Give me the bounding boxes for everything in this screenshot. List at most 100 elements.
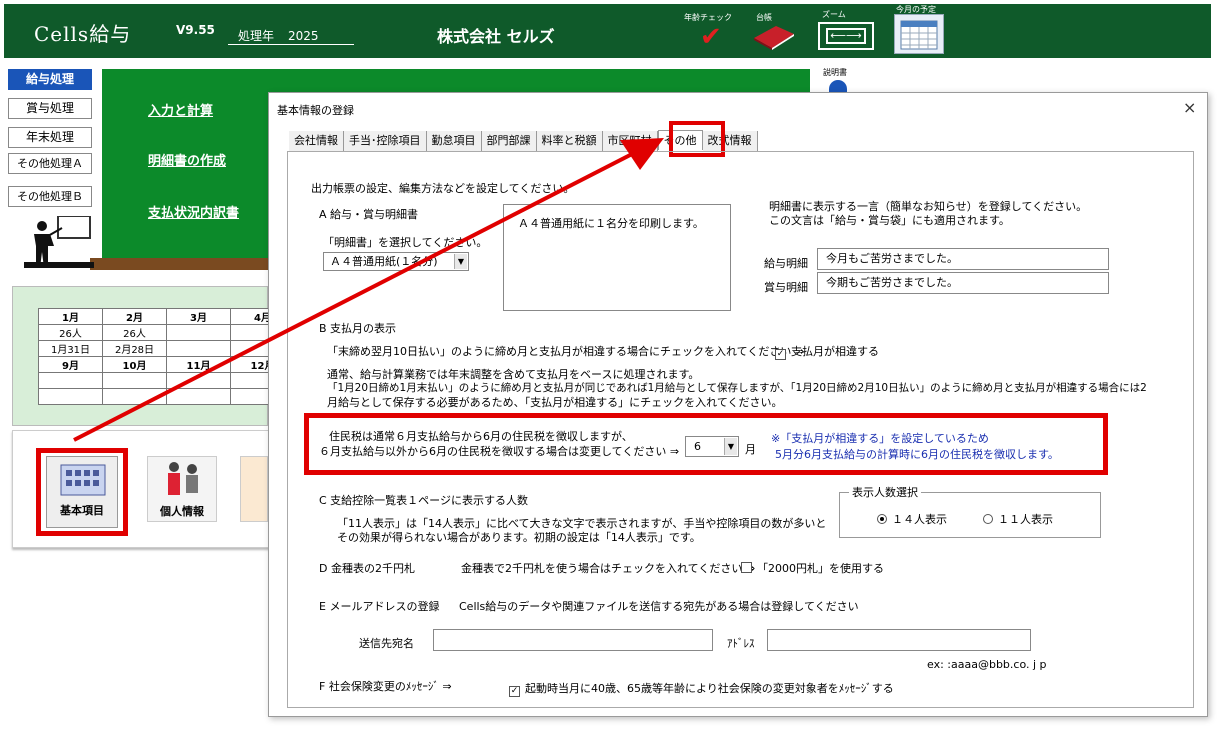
- date-cell: [166, 340, 231, 357]
- third-function-button[interactable]: [240, 456, 268, 522]
- menu-bonus[interactable]: 賞与処理: [8, 98, 92, 119]
- payment-month-check-label: 支払月が相違する: [791, 345, 879, 358]
- payslip-link[interactable]: 明細書の作成: [148, 150, 226, 169]
- month-cell: 3月: [166, 308, 231, 325]
- recipient-input[interactable]: [433, 629, 713, 651]
- display-count-note-2: その効果が得られない場合があります。初期の設定は「14人表示」です。: [337, 531, 701, 544]
- resident-tax-month-unit: 月: [745, 443, 756, 456]
- tab-company-info[interactable]: 会社情報: [289, 131, 344, 151]
- payment-detail-link[interactable]: 支払状況内訳書: [148, 202, 239, 221]
- empty-cell: [102, 372, 167, 389]
- option-11-label: １１人表示: [998, 513, 1053, 526]
- payment-note-2: 「1月20日締め1月末払い」のように締め月と支払月が同じであれば1月給与として保…: [327, 382, 1147, 394]
- payment-month-checkbox[interactable]: ✓ 支払月が相違する: [775, 343, 879, 360]
- processing-year: 処理年 2025: [228, 27, 354, 45]
- tab-department[interactable]: 部門部課: [481, 131, 537, 151]
- tab-allowance-deduction[interactable]: 手当･控除項目: [344, 131, 427, 151]
- empty-cell: [38, 388, 103, 405]
- date-cell: 2月28日: [102, 340, 167, 357]
- payslip-select-prompt: 「明細書」を選択してください。: [323, 236, 488, 249]
- resident-tax-month-value: 6: [694, 440, 701, 453]
- social-insurance-checkbox[interactable]: ✓ 起動時当月に40歳、65歳等年齢により社会保険の変更対象者をﾒｯｾｰｼﾞする: [509, 680, 894, 697]
- message-note-2: この文言は「給与・賞与袋」にも適用されます。: [769, 214, 1010, 227]
- checkbox-empty-icon[interactable]: [741, 562, 752, 573]
- checkbox-checked-icon[interactable]: ✓: [509, 686, 520, 697]
- empty-cell: [38, 372, 103, 389]
- chevron-down-icon[interactable]: ▼: [724, 438, 737, 455]
- menu-other-b[interactable]: その他処理Ｂ: [8, 186, 92, 207]
- resident-tax-month-select[interactable]: 6 ▼: [685, 436, 739, 457]
- section-e-heading: E メールアドレスの登録: [319, 600, 440, 613]
- payslip-preview-box: Ａ４普通用紙に１名分を印刷します。: [503, 204, 731, 311]
- salary-message-input[interactable]: 今月もご苦労さまでした。: [817, 248, 1109, 270]
- payslip-type-select[interactable]: Ａ４普通用紙(１名分) ▼: [323, 252, 469, 271]
- resident-tax-note-2: 5月分6月支払給与の計算時に6月の住民税を徴収します。: [775, 448, 1059, 461]
- date-cell: 1月31日: [38, 340, 103, 357]
- calendar-icon[interactable]: [894, 14, 944, 54]
- intro-text: 出力帳票の設定、編集方法などを設定してください。: [311, 182, 575, 195]
- close-icon[interactable]: ×: [1183, 98, 1196, 117]
- menu-salary[interactable]: 給与処理: [8, 69, 92, 90]
- payment-note-3: 月給与として保存する必要があるため、「支払月が相違する」にチェックを入れてくださ…: [327, 396, 783, 409]
- ledger-label: 台帳: [756, 13, 772, 22]
- section-d-heading: D 金種表の2千円札: [319, 562, 415, 575]
- month-cell: 1月: [38, 308, 103, 325]
- people-cell: 26人: [102, 324, 167, 341]
- resident-tax-line-2: ６月支払給与以外から6月の住民税を徴収する場合は変更してください ⇒: [319, 445, 680, 458]
- tab-rates-tax[interactable]: 料率と税額: [536, 131, 603, 151]
- email-address-input[interactable]: [767, 629, 1031, 651]
- year-label: 処理年: [238, 29, 275, 43]
- checkbox-checked-icon[interactable]: ✓: [775, 349, 786, 360]
- email-example: ex: :aaaa@bbb.co. j p: [927, 658, 1047, 671]
- teacher-figure-icon: [24, 215, 94, 268]
- salary-message-label: 給与明細: [764, 257, 808, 270]
- option-14-radio[interactable]: １４人表示: [877, 511, 947, 527]
- section-a-heading: A 給与・賞与明細書: [319, 208, 419, 221]
- payment-month-prompt: 「末締め翌月10日払い」のように締め月と支払月が相違する場合にチェックを入れてく…: [327, 345, 805, 358]
- basic-info-dialog: 基本情報の登録 × 会社情報 手当･控除項目 勤怠項目 部門部課 料率と税額 市区町村その…: [268, 92, 1208, 717]
- manual-label: 説明書: [823, 68, 847, 77]
- tab-attendance[interactable]: 勤怠項目: [426, 131, 482, 151]
- two-thousand-yen-checkbox[interactable]: 「2000円札」を使用する: [741, 560, 884, 576]
- people-cell: 26人: [38, 324, 103, 341]
- month-cell: 9月: [38, 356, 103, 373]
- basic-item-highlight: [36, 448, 128, 536]
- two-thousand-yen-prompt: 金種表で2千円札を使う場合はチェックを入れてください ⇒: [461, 562, 756, 575]
- month-cell: 11月: [166, 356, 231, 373]
- help-icon[interactable]: [829, 80, 847, 92]
- social-insurance-check-label: 起動時当月に40歳、65歳等年齢により社会保険の変更対象者をﾒｯｾｰｼﾞする: [525, 682, 894, 695]
- people-cell: [166, 324, 231, 341]
- resident-tax-note-1: ※「支払月が相違する」を設定しているため: [771, 432, 989, 445]
- radio-empty-icon[interactable]: [983, 514, 993, 524]
- menu-other-a[interactable]: その他処理Ａ: [8, 153, 92, 174]
- resident-tax-line-1: 住民税は通常６月支払給与から6月の住民税を徴収しますが、: [329, 430, 633, 443]
- payslip-type-value: Ａ４普通用紙(１名分): [330, 255, 438, 268]
- month-cell: 10月: [102, 356, 167, 373]
- section-f-heading: F 社会保険変更のﾒｯｾｰｼﾞ ⇒: [319, 680, 452, 693]
- empty-cell: [102, 388, 167, 405]
- month-cell: 2月: [102, 308, 167, 325]
- payslip-preview-text: Ａ４普通用紙に１名分を印刷します。: [518, 217, 704, 230]
- personal-info-label: 個人情報: [160, 505, 204, 518]
- option-11-radio[interactable]: １１人表示: [983, 511, 1053, 527]
- zoom-button[interactable]: ⟵⟶: [818, 22, 874, 50]
- display-count-group-title: 表示人数選択: [849, 484, 921, 500]
- section-b-heading: B 支払月の表示: [319, 322, 397, 335]
- input-calc-link[interactable]: 入力と計算: [148, 100, 213, 119]
- app-title: Cells給与: [34, 22, 132, 46]
- company-name: 株式会社 セルズ: [437, 27, 555, 46]
- zoom-arrows-icon: ⟵⟶: [826, 28, 866, 44]
- tab-municipality[interactable]: 市区町村: [602, 131, 658, 151]
- menu-year-end[interactable]: 年末処理: [8, 127, 92, 148]
- checkmark-icon[interactable]: ✔: [700, 22, 722, 52]
- radio-selected-icon[interactable]: [877, 514, 887, 524]
- ledger-book-icon[interactable]: [752, 24, 796, 50]
- bonus-message-input[interactable]: 今期もご苦労さまでした。: [817, 272, 1109, 294]
- app-version: V9.55: [176, 23, 215, 37]
- dialog-title: 基本情報の登録: [277, 104, 354, 117]
- recipient-label: 送信先宛名: [359, 637, 414, 650]
- address-label: ｱﾄﾞﾚｽ: [727, 637, 755, 650]
- empty-cell: [166, 372, 231, 389]
- desk-bar: [90, 258, 270, 270]
- chevron-down-icon[interactable]: ▼: [454, 254, 467, 269]
